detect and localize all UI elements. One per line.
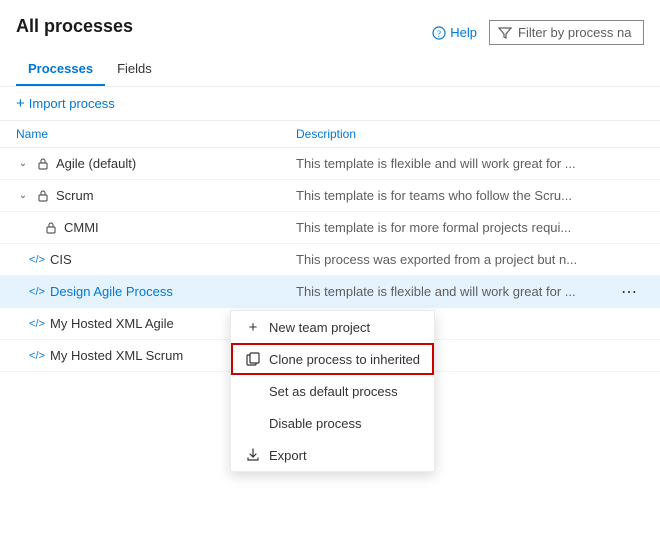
row-name-cell: </> Design Agile Process: [16, 284, 296, 299]
header-actions: ? Help Filter by process na: [432, 20, 644, 45]
code-icon: </>: [30, 285, 44, 299]
plus-icon: +: [245, 319, 261, 335]
context-menu-item-new-team-project[interactable]: + New team project: [231, 311, 434, 343]
code-icon: </>: [30, 253, 44, 267]
context-menu-item-disable[interactable]: Disable process: [231, 407, 434, 439]
row-label: My Hosted XML Agile: [50, 316, 174, 331]
filter-icon: [498, 26, 512, 40]
table-row: </> CIS This process was exported from a…: [0, 244, 660, 276]
row-label[interactable]: Design Agile Process: [50, 284, 173, 299]
context-menu-item-clone[interactable]: Clone process to inherited: [231, 343, 434, 375]
code-icon: </>: [30, 349, 44, 363]
plus-icon: +: [16, 95, 25, 112]
column-name: Name: [16, 127, 296, 141]
expand-icon[interactable]: ⌄: [16, 157, 30, 171]
row-label: Agile (default): [56, 156, 136, 171]
table-row[interactable]: </> Design Agile Process This template i…: [0, 276, 660, 308]
context-menu: + New team project Clone process to inhe…: [230, 310, 435, 472]
toolbar: + Import process: [0, 87, 660, 121]
table-row: CMMI This template is for more formal pr…: [0, 212, 660, 244]
lock-icon: [44, 221, 58, 235]
table-header: Name Description: [0, 121, 660, 148]
row-description: This process was exported from a project…: [296, 252, 644, 267]
page-header: All processes ? Help Filter by process n…: [0, 0, 660, 45]
clone-icon: [245, 351, 261, 367]
page-title: All processes: [16, 16, 133, 37]
row-description: This template is flexible and will work …: [296, 156, 644, 171]
row-description: This template is for teams who follow th…: [296, 188, 644, 203]
row-label: Scrum: [56, 188, 94, 203]
help-link[interactable]: ? Help: [432, 25, 477, 40]
disable-icon: [245, 415, 261, 431]
lock-icon: [36, 157, 50, 171]
context-menu-item-set-default[interactable]: Set as default process: [231, 375, 434, 407]
row-description: This template is flexible and will work …: [296, 284, 644, 299]
column-description: Description: [296, 127, 644, 141]
row-name-cell: ⌄ Agile (default): [16, 156, 296, 171]
row-name-cell: CMMI: [44, 220, 296, 235]
table-row: ⌄ Agile (default) This template is flexi…: [0, 148, 660, 180]
context-menu-item-export[interactable]: Export: [231, 439, 434, 471]
tab-bar: Processes Fields: [0, 53, 660, 87]
row-name-cell: ⌄ Scrum: [16, 188, 296, 203]
expand-icon[interactable]: ⌄: [16, 189, 30, 203]
row-description: This template is for more formal project…: [296, 220, 644, 235]
lock-icon: [36, 189, 50, 203]
tab-processes[interactable]: Processes: [16, 53, 105, 86]
tab-fields[interactable]: Fields: [105, 53, 164, 86]
row-label: CIS: [50, 252, 72, 267]
export-icon: [245, 447, 261, 463]
table-row: ⌄ Scrum This template is for teams who f…: [0, 180, 660, 212]
default-icon: [245, 383, 261, 399]
row-name-cell: </> CIS: [16, 252, 296, 267]
row-label: My Hosted XML Scrum: [50, 348, 183, 363]
ellipsis-button[interactable]: ⋯: [615, 280, 644, 304]
help-icon: ?: [432, 26, 446, 40]
row-label: CMMI: [64, 220, 99, 235]
code-icon: </>: [30, 317, 44, 331]
svg-text:?: ?: [437, 29, 441, 39]
import-process-button[interactable]: + Import process: [16, 95, 115, 112]
filter-input[interactable]: Filter by process na: [489, 20, 644, 45]
